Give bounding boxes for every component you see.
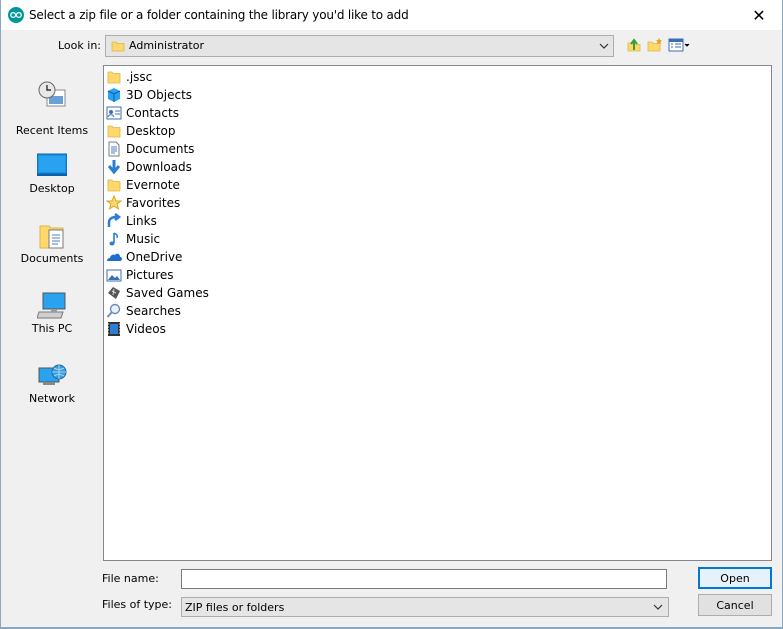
- cancel-button-label: Cancel: [716, 598, 754, 612]
- file-name: 3D Objects: [126, 88, 193, 102]
- links-icon: [106, 213, 122, 229]
- chevron-down-icon: [599, 40, 609, 54]
- place-label: This PC: [31, 322, 73, 335]
- list-item[interactable]: Saved Games: [106, 284, 209, 302]
- look-in-value: Administrator: [129, 39, 204, 52]
- favorites-icon: [106, 195, 122, 211]
- network-icon: [37, 362, 67, 394]
- close-button[interactable]: ✕: [736, 0, 782, 30]
- list-item[interactable]: Music: [106, 230, 160, 248]
- up-one-level-button[interactable]: [624, 37, 644, 55]
- list-item[interactable]: Searches: [106, 302, 181, 320]
- downloads-icon: [106, 159, 122, 175]
- contacts-icon: [106, 105, 122, 121]
- title-bar[interactable]: Select a zip file or a folder containing…: [1, 0, 782, 30]
- onedrive-icon: [106, 249, 122, 265]
- view-menu-button[interactable]: [667, 37, 691, 55]
- list-item[interactable]: 3D Objects: [106, 86, 192, 104]
- list-item[interactable]: Desktop: [106, 122, 176, 140]
- files-of-type-dropdown[interactable]: ZIP files or folders: [181, 597, 669, 617]
- file-name: .jssc: [126, 70, 153, 84]
- place-label: Recent Items: [15, 124, 89, 137]
- places-bar: Recent Items Desktop Documents This PC N…: [9, 66, 95, 416]
- file-name: Favorites: [126, 196, 181, 210]
- music-icon: [106, 231, 122, 247]
- up-one-level-icon: [626, 37, 642, 56]
- list-item[interactable]: Pictures: [106, 266, 174, 284]
- file-name: OneDrive: [126, 250, 183, 264]
- 3d-objects-icon: [106, 87, 122, 103]
- folder-icon: [106, 177, 122, 193]
- list-item[interactable]: Links: [106, 212, 157, 230]
- list-item[interactable]: .jssc: [106, 68, 152, 86]
- list-item[interactable]: Documents: [106, 140, 194, 158]
- place-this-pc[interactable]: This PC: [9, 292, 95, 354]
- place-label: Network: [29, 392, 75, 405]
- view-menu-icon: [668, 38, 690, 55]
- file-name: Videos: [126, 322, 166, 336]
- documents-icon: [37, 222, 67, 254]
- file-name-label: File name:: [102, 572, 159, 585]
- file-name: Searches: [126, 304, 181, 318]
- folder-icon: [111, 39, 125, 56]
- file-name: Music: [126, 232, 161, 246]
- desktop-icon: [36, 152, 68, 184]
- place-label: Documents: [20, 252, 84, 265]
- file-name: Desktop: [126, 124, 176, 138]
- file-name: Pictures: [126, 268, 174, 282]
- file-name: Evernote: [126, 178, 180, 192]
- videos-icon: [106, 321, 122, 337]
- files-of-type-value: ZIP files or folders: [185, 601, 285, 614]
- file-name: Saved Games: [126, 286, 209, 300]
- place-label: Desktop: [29, 182, 75, 195]
- window-title: Select a zip file or a folder containing…: [29, 8, 409, 22]
- list-item[interactable]: OneDrive: [106, 248, 182, 266]
- file-name: Links: [126, 214, 157, 228]
- open-button-label: Open: [720, 571, 750, 585]
- new-folder-icon: [647, 37, 663, 56]
- arduino-app-icon: [8, 7, 24, 23]
- file-chooser-dialog: Select a zip file or a folder containing…: [0, 0, 783, 629]
- list-item[interactable]: Favorites: [106, 194, 180, 212]
- file-name-input[interactable]: [181, 569, 667, 589]
- list-item[interactable]: Evernote: [106, 176, 180, 194]
- place-recent-items[interactable]: Recent Items: [9, 80, 95, 142]
- file-list[interactable]: .jssc 3D Objects Contacts Desktop Docume…: [103, 65, 772, 561]
- list-item[interactable]: Downloads: [106, 158, 192, 176]
- list-item[interactable]: Videos: [106, 320, 166, 338]
- searches-icon: [106, 303, 122, 319]
- chevron-down-icon: [653, 601, 663, 616]
- folder-icon: [106, 123, 122, 139]
- file-name: Contacts: [126, 106, 179, 120]
- close-icon: ✕: [752, 5, 766, 25]
- new-folder-button[interactable]: [645, 37, 665, 55]
- files-of-type-label: Files of type:: [102, 598, 173, 611]
- recent-items-icon: [37, 80, 67, 112]
- documents-icon: [106, 141, 122, 157]
- file-name: Documents: [126, 142, 195, 156]
- place-documents[interactable]: Documents: [9, 222, 95, 284]
- place-desktop[interactable]: Desktop: [9, 152, 95, 214]
- saved-games-icon: [106, 285, 122, 301]
- place-network[interactable]: Network: [9, 362, 95, 424]
- list-item[interactable]: Contacts: [106, 104, 179, 122]
- look-in-dropdown[interactable]: Administrator: [105, 35, 614, 57]
- this-pc-icon: [36, 292, 67, 324]
- pictures-icon: [106, 267, 122, 283]
- folder-icon: [106, 69, 122, 85]
- open-button[interactable]: Open: [698, 567, 772, 589]
- cancel-button[interactable]: Cancel: [698, 594, 772, 616]
- file-name: Downloads: [126, 160, 192, 174]
- look-in-label: Look in:: [58, 39, 101, 52]
